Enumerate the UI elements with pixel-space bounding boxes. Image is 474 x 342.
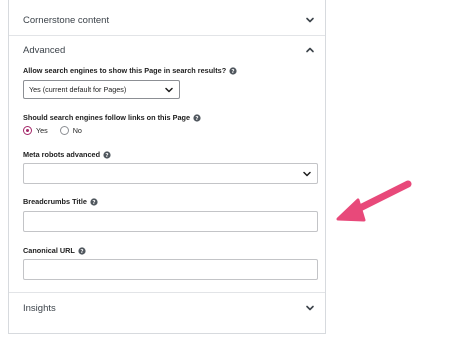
canonical-url-label: Canonical URL ? [23,246,86,255]
radio-no-label: No [72,126,82,135]
follow-links-radio-group: Yes No [23,126,94,135]
insights-title: Insights [23,302,56,314]
svg-text:?: ? [195,116,198,122]
pink-arrow-icon [336,180,412,222]
help-icon[interactable]: ? [90,197,98,206]
radio-yes[interactable] [23,126,32,135]
help-icon[interactable]: ? [193,113,201,122]
search-results-selected-value: Yes (current default for Pages) [29,85,127,94]
search-results-select[interactable]: Yes (current default for Pages) [23,80,180,99]
insights-toggle[interactable]: Insights [9,293,325,323]
chevron-up-icon [306,47,314,53]
breadcrumbs-title-input[interactable] [23,211,318,232]
cornerstone-content-toggle[interactable]: Cornerstone content [9,5,325,35]
meta-robots-select[interactable] [23,163,318,184]
help-icon[interactable]: ? [78,246,86,255]
chevron-down-icon [165,87,173,92]
follow-links-label: Should search engines follow links on th… [23,113,201,122]
svg-text:?: ? [92,200,95,206]
breadcrumbs-title-label: Breadcrumbs Title ? [23,197,98,206]
chevron-down-icon [306,17,314,23]
search-results-label: Allow search engines to show this Page i… [23,66,237,75]
follow-links-yes-option[interactable]: Yes [23,126,48,135]
meta-robots-label: Meta robots advanced ? [23,150,111,159]
svg-text:?: ? [105,153,108,159]
follow-links-no-option[interactable]: No [59,126,82,135]
radio-yes-label: Yes [36,126,48,135]
advanced-title: Advanced [23,44,66,56]
seo-metabox-panel: Cornerstone content Advanced Allow searc… [8,0,326,334]
chevron-down-icon [303,171,311,176]
help-icon[interactable]: ? [103,150,111,159]
advanced-toggle[interactable]: Advanced [9,35,325,65]
help-icon[interactable]: ? [229,66,237,75]
radio-no[interactable] [59,126,69,135]
svg-text:?: ? [232,69,235,75]
chevron-down-icon [306,305,314,311]
canonical-url-input[interactable] [23,259,318,280]
cornerstone-content-title: Cornerstone content [23,14,110,26]
page: Cornerstone content Advanced Allow searc… [0,0,474,342]
svg-text:?: ? [80,249,83,255]
